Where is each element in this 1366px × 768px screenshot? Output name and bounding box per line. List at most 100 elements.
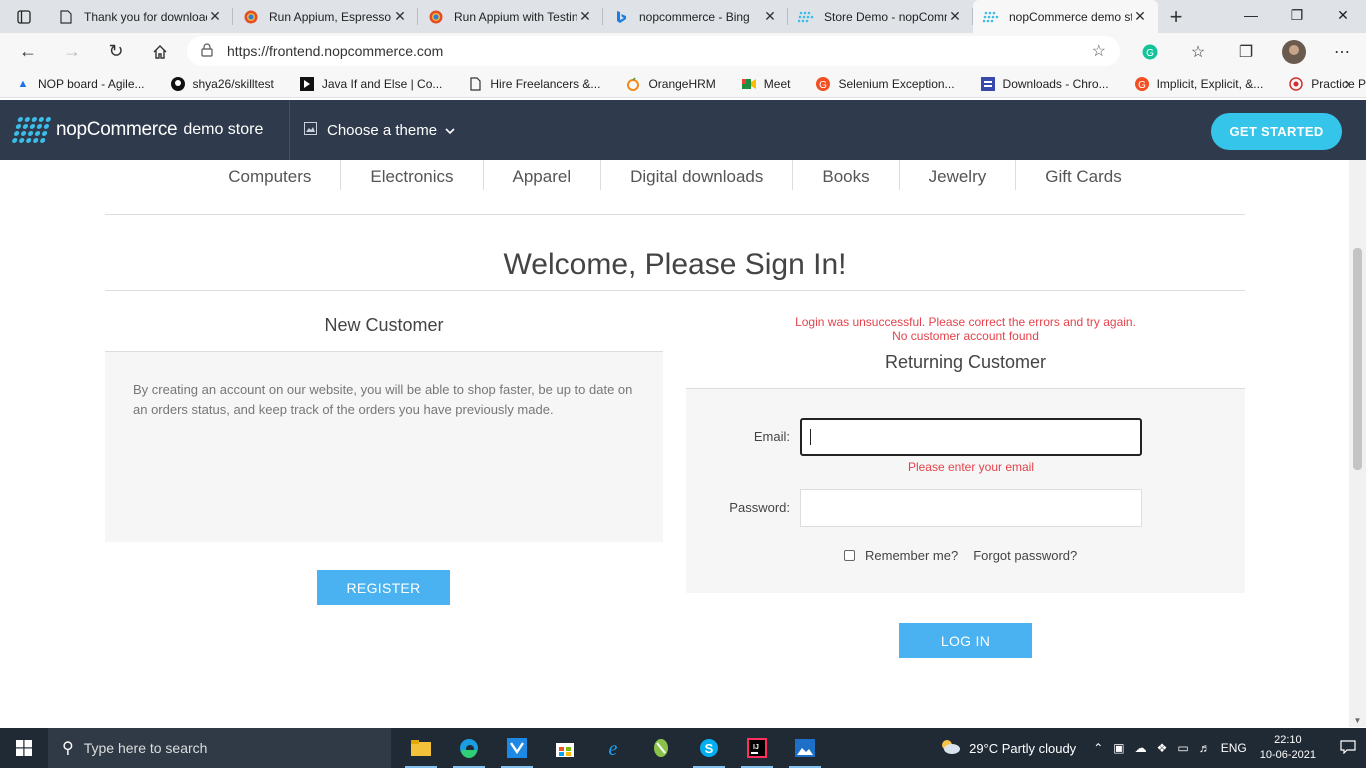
text-caret bbox=[810, 429, 811, 445]
close-tab-icon[interactable]: ✕ bbox=[947, 8, 963, 25]
email-label: Email: bbox=[753, 429, 790, 444]
browser-tab-active[interactable]: nopCommerce demo store ✕ bbox=[973, 0, 1158, 33]
weather-widget[interactable]: 29°C Partly cloudy bbox=[939, 738, 1076, 759]
page-scrollbar[interactable]: ▼ bbox=[1349, 160, 1366, 727]
meet-now-icon[interactable]: ▣ bbox=[1113, 741, 1124, 755]
logo-text: nopCommerce bbox=[56, 119, 178, 140]
close-tab-icon[interactable]: ✕ bbox=[392, 8, 408, 25]
restore-icon[interactable]: ❐ bbox=[1274, 0, 1320, 30]
edge-icon[interactable] bbox=[445, 728, 493, 768]
menu-item-digital-downloads[interactable]: Digital downloads bbox=[601, 160, 794, 190]
bookmark-item[interactable]: ▲ NOP board - Agile... bbox=[0, 77, 155, 91]
get-started-button[interactable]: GET STARTED bbox=[1211, 113, 1342, 150]
chrome-icon bbox=[243, 9, 259, 25]
bookmark-item[interactable]: G Selenium Exception... bbox=[800, 76, 964, 91]
windows-taskbar: ⚲ Type here to search e S IJ 29°C Partly… bbox=[0, 728, 1366, 768]
clock[interactable]: 22:10 10-06-2021 bbox=[1260, 733, 1316, 763]
taskbar-search-box[interactable]: ⚲ Type here to search bbox=[48, 728, 391, 768]
bookmark-item[interactable]: Java If and Else | Co... bbox=[284, 76, 453, 91]
scrollbar-thumb[interactable] bbox=[1353, 248, 1362, 470]
document-icon bbox=[58, 9, 74, 25]
remember-me-label[interactable]: Remember me? bbox=[865, 548, 958, 563]
battery-icon[interactable]: ▭ bbox=[1177, 741, 1188, 755]
scroll-down-icon[interactable]: ▼ bbox=[1349, 716, 1366, 725]
bookmark-item[interactable]: G Implicit, Explicit, &... bbox=[1119, 76, 1274, 91]
browser-tab[interactable]: Run Appium with Testing ✕ bbox=[418, 0, 603, 33]
internet-explorer-icon[interactable]: e bbox=[589, 728, 637, 768]
menu-item-electronics[interactable]: Electronics bbox=[341, 160, 484, 190]
store-icon[interactable] bbox=[541, 728, 589, 768]
bookmark-item[interactable]: shya26/skilltest bbox=[155, 76, 284, 91]
menu-item-jewelry[interactable]: Jewelry bbox=[900, 160, 1017, 190]
bookmark-item[interactable]: Hire Freelancers &... bbox=[452, 77, 610, 91]
chevron-up-icon[interactable]: ⌃ bbox=[1093, 741, 1103, 755]
register-button[interactable]: REGISTER bbox=[317, 570, 450, 605]
email-field[interactable] bbox=[800, 418, 1142, 456]
menu-item-apparel[interactable]: Apparel bbox=[484, 160, 602, 190]
practice-icon bbox=[1289, 76, 1304, 91]
intellij-icon[interactable]: IJ bbox=[733, 728, 781, 768]
url-text: https://frontend.nopcommerce.com bbox=[227, 43, 444, 59]
returning-customer-title: Returning Customer bbox=[686, 341, 1245, 389]
browser-tab[interactable]: Run Appium, Espresso ✕ bbox=[233, 0, 418, 33]
photos-icon[interactable] bbox=[781, 728, 829, 768]
refresh-icon[interactable]: ↻ bbox=[94, 34, 138, 70]
svg-text:IJ: IJ bbox=[753, 744, 759, 751]
downloads-icon bbox=[980, 76, 995, 91]
bookmark-label: NOP board - Agile... bbox=[38, 76, 145, 91]
menu-item-gift-cards[interactable]: Gift Cards bbox=[1016, 160, 1151, 190]
browser-tab[interactable]: nopcommerce - Bing ✕ bbox=[603, 0, 788, 33]
log-in-button[interactable]: LOG IN bbox=[899, 623, 1032, 658]
notifications-icon[interactable] bbox=[1330, 739, 1366, 757]
browser-tab[interactable]: Thank you for downloading ✕ bbox=[48, 0, 233, 33]
choose-theme-dropdown[interactable]: Choose a theme bbox=[304, 122, 455, 139]
close-window-icon[interactable]: ✕ bbox=[1320, 0, 1366, 30]
file-explorer-icon[interactable] bbox=[397, 728, 445, 768]
menu-item-computers[interactable]: Computers bbox=[199, 160, 342, 190]
address-bar-row: ← → ↻ https://frontend.nopcommerce.com ☆… bbox=[0, 33, 1366, 70]
dropbox-icon[interactable]: ❖ bbox=[1157, 741, 1168, 755]
bookmark-item[interactable]: Meet bbox=[726, 77, 801, 91]
grammarly-icon[interactable]: G bbox=[1126, 44, 1174, 60]
chevron-right-icon[interactable]: › bbox=[1345, 75, 1350, 93]
svg-text:G: G bbox=[1146, 48, 1154, 59]
url-field[interactable]: https://frontend.nopcommerce.com ☆ bbox=[187, 36, 1120, 66]
email-error: Please enter your email bbox=[907, 460, 1035, 474]
remember-me-checkbox[interactable] bbox=[844, 550, 855, 561]
java-icon bbox=[299, 76, 314, 91]
notepad-plus-icon[interactable] bbox=[637, 728, 685, 768]
bookmark-item[interactable]: Downloads - Chro... bbox=[965, 76, 1119, 91]
store-logo[interactable]: nopCommerce demo store bbox=[0, 100, 290, 160]
remember-row: Remember me? Forgot password? bbox=[844, 548, 1077, 563]
taskbar-apps: e S IJ bbox=[397, 728, 829, 768]
forgot-password-link[interactable]: Forgot password? bbox=[973, 548, 1077, 563]
bookmark-item[interactable]: OrangeHRM bbox=[610, 77, 725, 91]
windows-start-icon[interactable] bbox=[0, 728, 48, 768]
collections-icon[interactable]: ❐ bbox=[1222, 42, 1270, 62]
close-tab-icon[interactable]: ✕ bbox=[762, 8, 778, 25]
language-indicator[interactable]: ENG bbox=[1221, 741, 1247, 755]
browser-tab[interactable]: Store Demo - nopCommerce ✕ bbox=[788, 0, 973, 33]
bookmark-label: OrangeHRM bbox=[648, 76, 716, 91]
minimize-icon[interactable]: — bbox=[1228, 0, 1274, 30]
bookmark-item[interactable]: Practice Page bbox=[1273, 77, 1366, 91]
skype-icon[interactable]: S bbox=[685, 728, 733, 768]
network-alert-icon[interactable]: ☁ bbox=[1135, 741, 1147, 755]
close-tab-icon[interactable]: ✕ bbox=[207, 8, 223, 25]
menu-item-books[interactable]: Books bbox=[793, 160, 900, 190]
tab-title: Thank you for downloading bbox=[84, 9, 207, 24]
more-options-icon[interactable]: ⋯ bbox=[1318, 42, 1366, 62]
postman-icon[interactable] bbox=[493, 728, 541, 768]
forward-icon[interactable]: → bbox=[50, 34, 94, 70]
close-tab-icon[interactable]: ✕ bbox=[577, 8, 593, 25]
new-tab-button[interactable]: + bbox=[1158, 0, 1194, 33]
home-icon[interactable] bbox=[138, 34, 182, 70]
back-icon[interactable]: ← bbox=[6, 34, 50, 70]
password-field[interactable] bbox=[800, 489, 1142, 527]
tab-actions-button[interactable] bbox=[0, 0, 48, 33]
close-tab-icon[interactable]: ✕ bbox=[1132, 8, 1148, 25]
avatar[interactable] bbox=[1270, 39, 1318, 64]
add-favorite-icon[interactable]: ☆ bbox=[1092, 41, 1106, 61]
favorites-icon[interactable]: ☆ bbox=[1174, 42, 1222, 62]
volume-icon[interactable]: ♬ bbox=[1199, 741, 1211, 755]
